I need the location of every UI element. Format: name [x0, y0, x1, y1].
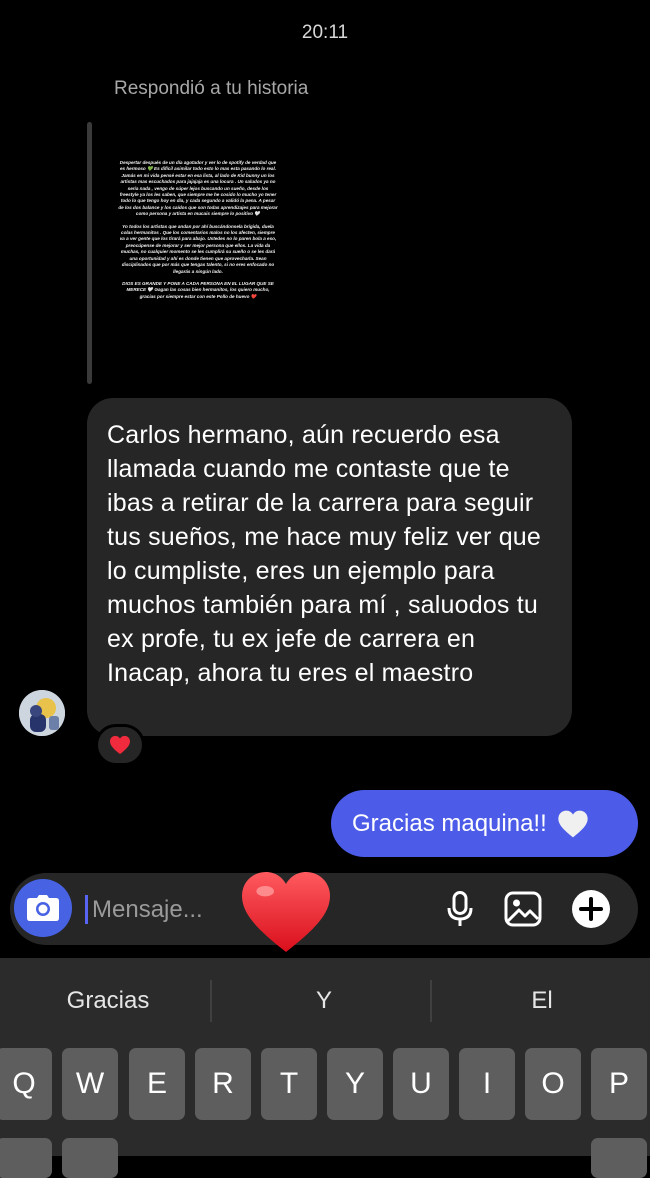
story-reply-line	[87, 122, 92, 384]
status-time: 20:11	[301, 22, 349, 43]
voice-message-button[interactable]	[440, 889, 480, 929]
floating-heart-icon	[238, 864, 334, 960]
white-heart-icon	[558, 810, 588, 837]
heart-reaction-icon	[110, 735, 130, 755]
key-q[interactable]: Q	[0, 1048, 52, 1120]
key-p[interactable]: P	[591, 1048, 647, 1120]
plus-icon	[572, 890, 610, 928]
key-e[interactable]: E	[129, 1048, 185, 1120]
story-reply-note: Respondió a tu historia	[114, 78, 309, 99]
key-r[interactable]: R	[195, 1048, 251, 1120]
incoming-message-bubble[interactable]: Carlos hermano, aún recuerdo esa llamada…	[87, 398, 572, 736]
image-icon	[504, 891, 542, 927]
key-u[interactable]: U	[393, 1048, 449, 1120]
camera-button[interactable]	[14, 879, 72, 937]
avatar[interactable]	[19, 690, 65, 736]
suggestion-y[interactable]: Y	[216, 958, 432, 1044]
add-content-button[interactable]	[571, 889, 611, 929]
key-o[interactable]: O	[525, 1048, 581, 1120]
suggestion-divider	[210, 980, 212, 1022]
key-w[interactable]: W	[62, 1048, 118, 1120]
story-paragraph: DIOS ES GRANDE Y PONE A CADA PERSONA EN …	[122, 280, 274, 299]
key-t[interactable]: T	[261, 1048, 317, 1120]
outgoing-message-bubble[interactable]: Gracias maquina!!	[331, 790, 638, 857]
gallery-button[interactable]	[503, 889, 543, 929]
story-paragraph: Yo todos los artistas que andan por ahí …	[119, 223, 277, 274]
text-cursor	[85, 895, 88, 924]
key-y[interactable]: Y	[327, 1048, 383, 1120]
suggestion-gracias[interactable]: Gracias	[0, 958, 216, 1044]
outgoing-message-text: Gracias maquina!!	[352, 809, 547, 837]
key-row2[interactable]	[0, 1138, 52, 1178]
avatar-image	[19, 690, 65, 736]
suggestion-el[interactable]: El	[434, 958, 650, 1044]
story-preview[interactable]: Despertar después de un día agotador y v…	[118, 160, 278, 350]
keyboard: Gracias Y El Q W E R T Y U I O P	[0, 958, 650, 1178]
suggestion-divider	[430, 980, 432, 1022]
microphone-icon	[447, 891, 473, 926]
message-reaction[interactable]	[95, 724, 145, 766]
story-paragraph: Despertar después de un día agotador y v…	[118, 160, 278, 217]
key-i[interactable]: I	[459, 1048, 515, 1120]
camera-icon	[27, 895, 59, 921]
key-row2[interactable]	[62, 1138, 118, 1178]
key-row2[interactable]	[591, 1138, 647, 1178]
